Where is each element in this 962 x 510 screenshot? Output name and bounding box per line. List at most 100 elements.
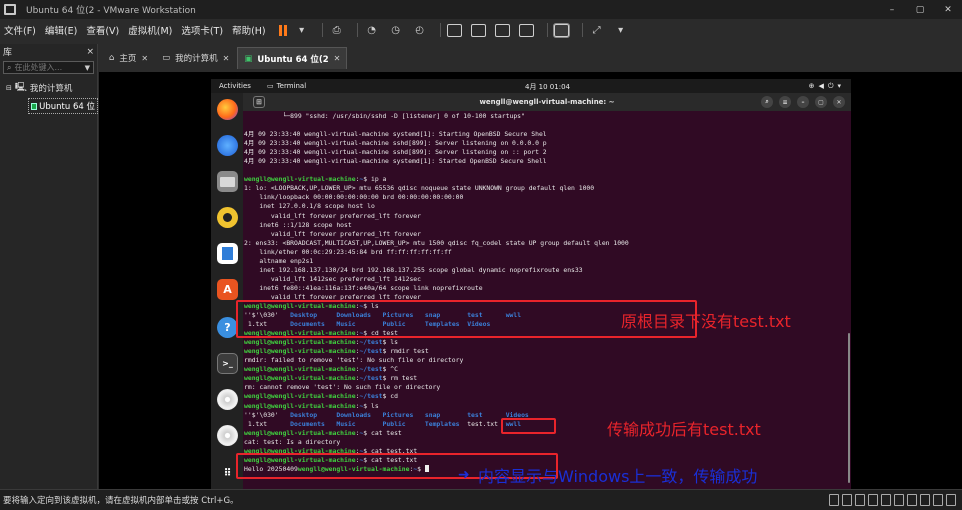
terminal-line: wengll@wengll-virtual-machine:~/test$ rm… xyxy=(244,374,418,383)
thunderbird-icon[interactable] xyxy=(217,135,238,156)
tab-close-icon[interactable]: ✕ xyxy=(334,54,341,63)
cdrom-icon[interactable] xyxy=(868,494,878,506)
terminal-line: inet6 ::1/128 scope host xyxy=(244,220,352,229)
terminal-line: 1: lo: <LOOPBACK,UP,LOWER_UP> mtu 65536 … xyxy=(244,184,595,193)
annotation-text-before: 原根目录下没有test.txt xyxy=(621,312,791,331)
library-title: 库 xyxy=(3,48,13,58)
tab-ubuntu-vm[interactable]: ▣ Ubuntu 64 位(2 ✕ xyxy=(237,47,348,69)
chevron-down-icon: ▾ xyxy=(837,82,841,90)
stretch-dropdown-icon[interactable]: ▾ xyxy=(612,23,630,38)
menu-help[interactable]: 帮助(H) xyxy=(232,23,266,37)
maximize-icon[interactable]: ▢ xyxy=(815,96,827,108)
usb-icon[interactable] xyxy=(894,494,904,506)
window-title: Ubuntu 64 位(2 - VMware Workstation xyxy=(26,6,196,16)
unity-icon[interactable] xyxy=(518,23,536,38)
libreoffice-writer-icon[interactable] xyxy=(217,243,238,264)
pause-icon[interactable] xyxy=(278,24,287,36)
terminal-line: rm: cannot remove 'test': No such file o… xyxy=(244,383,441,392)
close-button[interactable]: ✕ xyxy=(934,0,962,19)
display-icon[interactable] xyxy=(933,494,943,506)
terminal-line: valid_lft forever preferred_lft forever xyxy=(244,211,421,220)
files-icon[interactable] xyxy=(217,171,238,192)
firefox-icon[interactable] xyxy=(217,99,238,120)
tab-close-icon[interactable]: ✕ xyxy=(141,54,148,63)
tree-item-my-computer[interactable]: ⊟ 🖳 我的计算机 xyxy=(0,76,97,96)
close-icon[interactable]: ✕ xyxy=(833,96,845,108)
hdd-icon[interactable] xyxy=(829,494,839,506)
library-close-icon[interactable]: × xyxy=(86,47,94,57)
library-view-icon[interactable] xyxy=(446,23,464,38)
clock[interactable]: 4月 10 01:04 xyxy=(525,82,570,92)
menu-file[interactable]: 文件(F) xyxy=(4,23,36,37)
volume-icon: ◀ xyxy=(818,82,824,90)
terminal-line: 4月 09 23:33:40 wengll-virtual-machine sy… xyxy=(244,130,547,139)
vm-running-icon xyxy=(31,102,38,110)
network-icon: ⊕ xyxy=(808,82,815,90)
terminal-line: link/loopback 00:00:00:00:00:00 brd 00:0… xyxy=(244,193,464,202)
home-icon: ⌂ xyxy=(109,53,115,63)
send-ctrl-alt-del-icon[interactable]: ⎙ xyxy=(328,23,346,38)
network-adapter-icon[interactable] xyxy=(881,494,891,506)
show-apps-icon[interactable]: ⠿ xyxy=(217,463,238,484)
dvd-icon[interactable] xyxy=(217,389,238,410)
app-center-icon[interactable]: A xyxy=(217,279,238,300)
cdrom-icon[interactable] xyxy=(855,494,865,506)
computer-icon: 🖳 xyxy=(14,83,27,93)
tree-item-ubuntu-vm[interactable]: Ubuntu 64 位 xyxy=(28,98,98,114)
new-tab-icon[interactable]: ⊞ xyxy=(253,96,265,108)
system-tray[interactable]: ⊕ ◀ ⏻ ▾ xyxy=(809,82,841,91)
message-icon[interactable] xyxy=(946,494,956,506)
minimize-button[interactable]: – xyxy=(878,0,906,19)
search-icon[interactable]: ⌕ xyxy=(761,96,773,108)
terminal-headerbar: ⊞ wengll@wengll-virtual-machine: ~ ⌕ ≡ –… xyxy=(243,93,851,111)
terminal-line: inet 192.168.137.130/24 brd 192.168.137.… xyxy=(244,265,583,274)
gnome-top-bar: Activities ▭ Terminal 4月 10 01:04 ⊕ ◀ ⏻ … xyxy=(211,79,851,93)
tabs-bar: ⌂ 主页 ✕ ▭ 我的计算机 ✕ ▣ Ubuntu 64 位(2 ✕ xyxy=(99,44,962,72)
toolbar-divider xyxy=(581,23,583,37)
terminal-line: link/ether 00:0c:29:23:45:84 brd ff:ff:f… xyxy=(244,247,452,256)
menu-view[interactable]: 查看(V) xyxy=(86,23,119,37)
terminal-scrollbar[interactable] xyxy=(848,333,850,483)
tab-close-icon[interactable]: ✕ xyxy=(223,54,230,63)
terminal-title: wengll@wengll-virtual-machine: ~ xyxy=(479,98,615,106)
maximize-button[interactable]: ▢ xyxy=(906,0,934,19)
menu-tabs[interactable]: 选项卡(T) xyxy=(181,23,223,37)
tab-home[interactable]: ⌂ 主页 ✕ xyxy=(103,47,154,69)
revert-snapshot-icon[interactable]: ◷ xyxy=(387,23,405,38)
help-icon[interactable]: ? xyxy=(217,317,238,338)
menu-icon[interactable]: ≡ xyxy=(779,96,791,108)
terminal-line: inet6 fe80::41ea:116a:13f:e40a/64 scope … xyxy=(244,283,483,292)
menu-vm[interactable]: 虚拟机(M) xyxy=(128,23,172,37)
annotation-text-after: 传输成功后有test.txt xyxy=(607,420,761,439)
terminal-line: wengll@wengll-virtual-machine:~/test$ ls xyxy=(244,338,398,347)
terminal-line: └─899 "sshd: /usr/sbin/sshd -D [listener… xyxy=(244,112,525,120)
chevron-down-icon[interactable]: ▼ xyxy=(85,64,90,72)
vm-console[interactable]: Activities ▭ Terminal 4月 10 01:04 ⊕ ◀ ⏻ … xyxy=(99,72,962,489)
dvd-icon[interactable] xyxy=(217,425,238,446)
dropdown-arrow-icon[interactable]: ▾ xyxy=(293,23,311,38)
terminal-line: 4月 09 23:33:40 wengll-virtual-machine ss… xyxy=(244,148,547,157)
stretch-view-icon[interactable]: ⤢ xyxy=(588,23,606,38)
hdd-icon[interactable] xyxy=(842,494,852,506)
snapshot-icon[interactable]: ◔ xyxy=(363,23,381,38)
sound-icon[interactable] xyxy=(907,494,917,506)
snapshot-manager-icon[interactable]: ◴ xyxy=(411,23,429,38)
activities-button[interactable]: Activities xyxy=(219,82,251,90)
tree-item-label: 我的计算机 xyxy=(29,84,73,94)
thumbnail-view-icon[interactable] xyxy=(470,23,488,38)
fullscreen-icon[interactable] xyxy=(494,23,512,38)
library-search-input[interactable] xyxy=(14,63,82,72)
printer-icon[interactable] xyxy=(920,494,930,506)
menu-edit[interactable]: 编辑(E) xyxy=(45,23,77,37)
minimize-icon[interactable]: – xyxy=(797,96,809,108)
rhythmbox-icon[interactable] xyxy=(217,207,238,228)
terminal-line: 4月 09 23:33:40 wengll-virtual-machine sy… xyxy=(244,157,547,166)
collapse-icon[interactable]: ⊟ xyxy=(6,84,12,92)
console-view-icon[interactable] xyxy=(553,22,571,38)
vmware-logo-icon xyxy=(4,4,16,15)
tab-my-computer[interactable]: ▭ 我的计算机 ✕ xyxy=(156,47,235,69)
terminal-dock-icon[interactable]: >_ xyxy=(217,353,238,374)
terminal-line: inet 127.0.0.1/8 scope host lo xyxy=(244,202,375,211)
app-menu[interactable]: ▭ Terminal xyxy=(267,82,306,90)
search-icon: ⌕ xyxy=(7,62,12,72)
